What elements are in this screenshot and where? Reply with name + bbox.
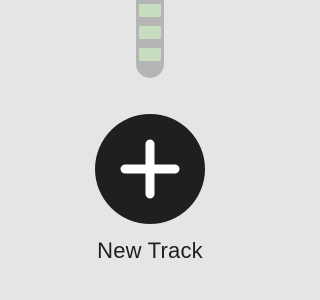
- plus-icon: [120, 139, 180, 199]
- meter-segment: [139, 48, 161, 61]
- track-panel: New Track: [0, 0, 300, 300]
- level-meter: [136, 0, 164, 78]
- new-track-label[interactable]: New Track: [0, 238, 300, 264]
- new-track-button[interactable]: [95, 114, 205, 224]
- meter-segment: [139, 4, 161, 17]
- meter-segment: [139, 26, 161, 39]
